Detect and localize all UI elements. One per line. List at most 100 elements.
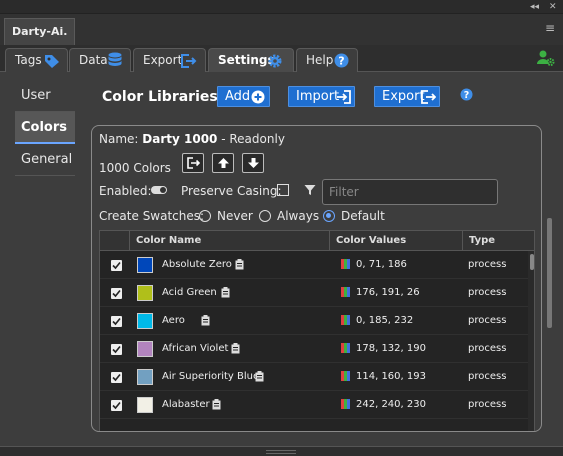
tab-data[interactable]: Data <box>69 48 131 72</box>
table-row[interactable]: African Violet 178, 132, 190 process <box>100 335 528 363</box>
collapse-icon[interactable]: ◂◂ <box>530 0 539 14</box>
table-row[interactable]: Absolute Zero 0, 71, 186 process <box>100 251 528 279</box>
enabled-toggle[interactable] <box>151 186 167 194</box>
menu-icon[interactable]: ≡ <box>545 21 555 35</box>
tab-help[interactable]: Help ? <box>296 48 358 72</box>
clipboard-icon[interactable] <box>255 371 264 382</box>
table-scrollbar[interactable] <box>528 251 534 431</box>
add-button[interactable]: Add <box>217 86 270 107</box>
row-checkbox[interactable] <box>111 260 122 271</box>
tab-export[interactable]: Export <box>133 48 206 72</box>
col-type[interactable]: Type <box>462 231 528 251</box>
color-swatch <box>137 369 153 385</box>
table-row[interactable]: Aero 0, 185, 232 process <box>100 307 528 335</box>
row-checkbox[interactable] <box>111 372 122 383</box>
color-name: Acid Green <box>162 287 217 298</box>
tag-icon <box>45 55 59 68</box>
color-count: 1000 Colors <box>99 161 171 175</box>
resize-grip[interactable] <box>266 450 296 454</box>
color-swatch <box>137 397 153 413</box>
color-swatch <box>137 257 153 273</box>
nav-user[interactable]: User <box>15 80 75 112</box>
swatch-default-radio[interactable] <box>323 210 335 222</box>
user-settings-icon[interactable] <box>537 49 555 67</box>
clipboard-icon[interactable] <box>235 259 244 270</box>
panel-title[interactable]: Darty-Ai. <box>4 18 76 45</box>
clipboard-icon[interactable] <box>231 343 240 354</box>
color-values: 242, 240, 230 <box>356 399 426 410</box>
nav-colors[interactable]: Colors <box>15 112 75 144</box>
table-scroll-thumb[interactable] <box>530 254 534 270</box>
nav-general[interactable]: General <box>15 144 75 176</box>
color-name: Alabaster <box>162 399 210 410</box>
color-type: process <box>468 259 507 270</box>
export-label: Export <box>382 89 425 104</box>
filter-input[interactable] <box>322 179 498 205</box>
color-name: Absolute Zero <box>162 259 232 270</box>
col-color-values[interactable]: Color Values <box>329 231 462 251</box>
tab-settings[interactable]: Settings <box>208 48 294 72</box>
export-library-button[interactable] <box>182 153 204 173</box>
create-swatches-label: Create Swatches: <box>99 209 205 223</box>
export-icon <box>181 54 197 68</box>
swatch-never-radio[interactable] <box>199 210 211 222</box>
enabled-label: Enabled: <box>99 184 152 198</box>
color-name: Air Superiority Blue <box>162 371 260 382</box>
library-name-line: Name: Darty 1000 - Readonly <box>99 132 285 146</box>
check-icon <box>112 345 121 354</box>
import-button[interactable]: Import <box>288 86 355 107</box>
move-up-button[interactable] <box>212 153 234 173</box>
rgb-values-icon <box>341 259 350 269</box>
col-color-name[interactable]: Color Name <box>129 231 329 251</box>
preserve-casing-checkbox[interactable] <box>277 184 289 196</box>
panel-title-bar: Darty-Ai. ≡ <box>0 14 563 45</box>
tab-label: Help <box>306 53 334 67</box>
arrow-up-icon <box>218 158 229 168</box>
color-type: process <box>468 371 507 382</box>
row-checkbox[interactable] <box>111 288 122 299</box>
table-row[interactable]: Acid Green 176, 191, 26 process <box>100 279 528 307</box>
check-icon <box>112 401 121 410</box>
filter-icon <box>304 185 316 195</box>
table-row[interactable]: Alabaster 242, 240, 230 process <box>100 391 528 419</box>
svg-text:?: ? <box>338 55 344 68</box>
import-icon <box>337 90 351 104</box>
bottom-resize-bar[interactable] <box>0 446 563 456</box>
table-row[interactable]: Air Superiority Blue 114, 160, 193 process <box>100 363 528 391</box>
clipboard-icon[interactable] <box>212 399 221 410</box>
page-title: Color Libraries <box>102 89 218 105</box>
panel-scrollbar[interactable] <box>547 218 552 328</box>
clipboard-icon[interactable] <box>201 315 210 326</box>
colors-table: Color Name Color Values Type Absolute Ze… <box>99 230 535 431</box>
add-label: Add <box>225 89 251 104</box>
color-type: process <box>468 399 507 410</box>
clipboard-icon[interactable] <box>221 287 230 298</box>
arrow-down-icon <box>248 158 259 168</box>
rgb-values-icon <box>341 315 350 325</box>
check-icon <box>112 317 121 326</box>
table-row-partial <box>100 419 528 431</box>
check-icon <box>112 373 121 382</box>
swatch-always-radio[interactable] <box>259 210 271 222</box>
row-checkbox[interactable] <box>111 316 122 327</box>
tab-label: Data <box>79 53 108 67</box>
library-name: Darty 1000 <box>142 132 218 146</box>
close-icon[interactable]: ✕ <box>549 0 557 14</box>
color-swatch <box>137 285 153 301</box>
import-label: Import <box>296 89 340 104</box>
move-down-button[interactable] <box>242 153 264 173</box>
row-checkbox[interactable] <box>111 344 122 355</box>
export-button[interactable]: Export <box>374 86 440 107</box>
tab-tags[interactable]: Tags <box>5 48 68 72</box>
color-values: 178, 132, 190 <box>356 343 426 354</box>
color-values: 0, 185, 232 <box>356 315 414 326</box>
help-icon: ? <box>334 53 349 68</box>
export-icon <box>187 157 200 169</box>
swatch-default-label: Default <box>341 209 385 223</box>
window-top-bar: ◂◂ ✕ <box>0 0 563 14</box>
row-checkbox[interactable] <box>111 400 122 411</box>
swatch-always-label: Always <box>277 209 320 223</box>
help-icon[interactable]: ? <box>460 88 473 101</box>
color-type: process <box>468 343 507 354</box>
color-name: Aero <box>162 315 185 326</box>
